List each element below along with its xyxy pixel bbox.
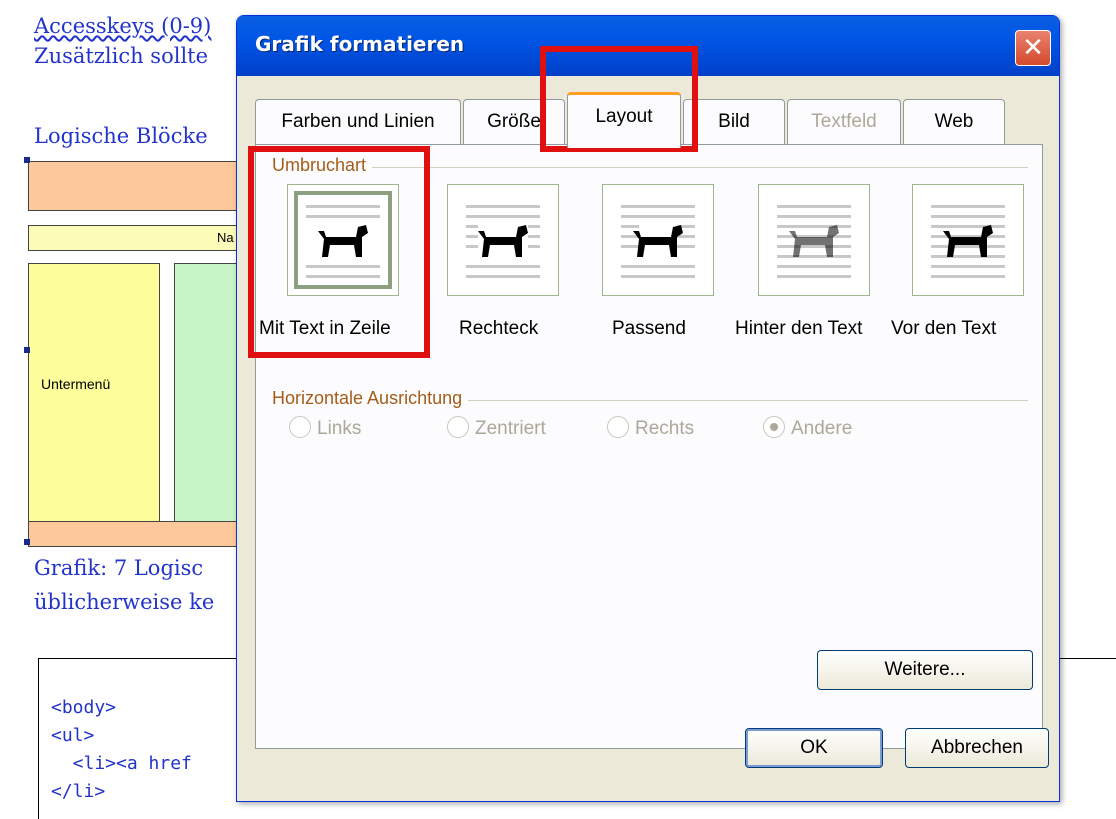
- code-line-2: <ul>: [51, 725, 95, 746]
- resize-handle-bottom[interactable]: [24, 539, 30, 545]
- wrap-option-behind-text[interactable]: [758, 184, 870, 296]
- doc-text-zusaetzlich: Zusätzlich sollte: [34, 44, 209, 68]
- diagram-submenu-block: Untermenü: [28, 263, 160, 525]
- radio-zentriert-circle[interactable]: [447, 416, 469, 438]
- align-group-label: Horizontale Ausrichtung: [266, 388, 469, 409]
- diagram-submenu-label: Untermenü: [41, 376, 111, 392]
- diagram-nav-block: Na: [28, 225, 242, 251]
- doc-caption-line2: üblicherweise ke: [34, 590, 215, 614]
- radio-rechts[interactable]: Rechts: [607, 416, 694, 440]
- tight-dog-icon: [633, 225, 683, 257]
- tab-bild[interactable]: Bild: [683, 99, 785, 144]
- radio-zentriert[interactable]: Zentriert: [447, 416, 546, 440]
- behind-text-dog-icon: [789, 225, 839, 257]
- diagram-content-block: [174, 263, 242, 525]
- doc-caption-line1: Grafik: 7 Logisc: [34, 556, 204, 580]
- code-line-1: <body>: [51, 697, 117, 718]
- radio-links-circle[interactable]: [289, 416, 311, 438]
- radio-rechts-label: Rechts: [635, 418, 695, 439]
- resize-handle-top[interactable]: [24, 157, 30, 163]
- wrap-label-square[interactable]: Rechteck: [459, 318, 538, 340]
- radio-andere-circle[interactable]: [763, 416, 785, 438]
- doc-text-logische-bloecke: Logische Blöcke: [34, 124, 208, 148]
- diagram-footer-block: [28, 521, 242, 547]
- tab-layout[interactable]: Layout: [567, 92, 681, 148]
- layout-diagram-image[interactable]: Na Untermenü: [24, 155, 248, 547]
- radio-andere[interactable]: Andere: [763, 416, 852, 440]
- diagram-nav-label: Na: [217, 230, 234, 245]
- square-dog-icon: [478, 225, 528, 257]
- dialog-title: Grafik formatieren: [255, 32, 465, 56]
- wrap-option-square[interactable]: [447, 184, 559, 296]
- wrap-option-tight[interactable]: [602, 184, 714, 296]
- code-line-3: <li><a href: [51, 753, 192, 774]
- in-front-dog-icon: [943, 225, 993, 257]
- tab-farben-und-linien[interactable]: Farben und Linien: [255, 99, 461, 144]
- close-icon[interactable]: ✕: [1015, 30, 1051, 66]
- radio-andere-label: Andere: [791, 418, 853, 439]
- tab-web[interactable]: Web: [903, 99, 1005, 144]
- radio-links-label: Links: [317, 418, 362, 439]
- radio-links[interactable]: Links: [289, 416, 361, 440]
- diagram-header-block: [28, 161, 242, 211]
- doc-text-accesskeys: Accesskeys (0-9): [34, 14, 212, 38]
- more-button[interactable]: Weitere...: [817, 650, 1033, 690]
- highlight-inline-option: [248, 146, 430, 358]
- ok-button[interactable]: OK: [745, 728, 883, 768]
- resize-handle-middle[interactable]: [24, 347, 30, 353]
- wrap-label-in-front[interactable]: Vor den Text: [891, 318, 996, 340]
- wrap-label-behind-text[interactable]: Hinter den Text: [735, 318, 862, 340]
- wrap-label-tight[interactable]: Passend: [612, 318, 686, 340]
- radio-zentriert-label: Zentriert: [475, 418, 546, 439]
- format-picture-dialog: Grafik formatieren ✕ Farben und Linien G…: [236, 15, 1060, 802]
- tab-textfeld[interactable]: Textfeld: [787, 99, 901, 144]
- cancel-button[interactable]: Abbrechen: [905, 728, 1049, 768]
- radio-rechts-circle[interactable]: [607, 416, 629, 438]
- code-line-4: </li>: [51, 781, 106, 802]
- wrap-option-in-front[interactable]: [912, 184, 1024, 296]
